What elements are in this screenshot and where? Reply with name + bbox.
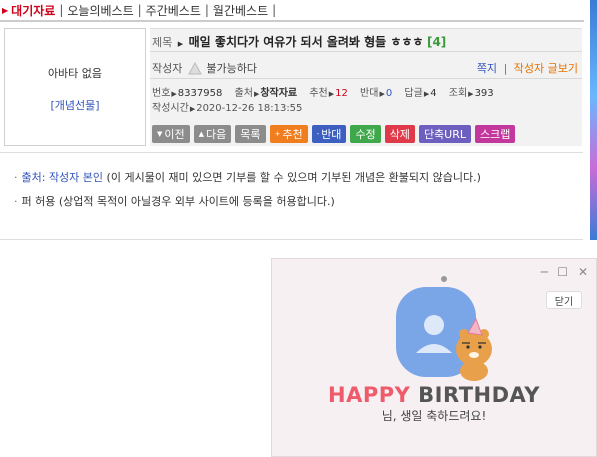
- birthday-title: HAPPY BIRTHDAY: [272, 383, 596, 407]
- divider: [150, 51, 582, 52]
- author-name[interactable]: 불가능하다: [206, 60, 257, 76]
- action-buttons: ▼ 이전 ▲ 다음 목록 + 추천 - 반대 수정 삭제 단축URL 스크랩: [152, 125, 516, 143]
- triangle-icon: ▶: [253, 90, 260, 98]
- post-number: 8337958: [177, 88, 223, 99]
- nav-arrow-icon: ▶: [2, 5, 9, 15]
- triangle-icon: ▶: [177, 40, 184, 48]
- oppose-label: 반대: [360, 88, 379, 99]
- recommend-button[interactable]: + 추천: [269, 125, 308, 143]
- maximize-icon[interactable]: ☐: [557, 265, 568, 279]
- birthday-popup: ─ ☐ ✕ 닫기 HAPPY BIRTHDAY 님, 생일 축하드려요!: [271, 258, 597, 457]
- post-content: · 출처: 작성자 본인 (이 게시물이 재미 있으면 기부를 할 수 있으며 기…: [0, 152, 583, 240]
- happy-text: HAPPY: [328, 383, 411, 407]
- view-label: 조회: [448, 88, 468, 99]
- scrap-notice-text: 퍼 허용 (상업적 목적이 아닐경우 외부 사이트에 등록을 허용합니다.): [21, 195, 335, 208]
- triangle-icon: ▶: [423, 90, 430, 98]
- birthday-message: 님, 생일 축하드려요!: [381, 409, 487, 423]
- level-icon: [188, 61, 203, 74]
- scrap-notice: · 퍼 허용 (상업적 목적이 아닐경우 외부 사이트에 등록을 허용합니다.): [14, 193, 335, 209]
- number-label: 번호: [152, 88, 171, 99]
- recommend-label: 추천: [309, 88, 328, 99]
- triangle-icon: ▶: [171, 90, 177, 98]
- time-label: 작성시간: [152, 103, 189, 114]
- close-icon[interactable]: ✕: [578, 265, 588, 279]
- scrap-button[interactable]: 스크랩: [475, 125, 516, 143]
- prev-button[interactable]: ▼ 이전: [152, 125, 190, 143]
- source-notice-text: (이 게시물이 재미 있으면 기부를 할 수 있으며 기부된 개념은 환불되지 …: [106, 171, 481, 184]
- birthday-illustration: [396, 276, 492, 381]
- oppose-count: 0: [385, 88, 393, 99]
- avatar-box: 아바타 없음 [개념선물]: [4, 28, 146, 146]
- post-time: 2020-12-26 18:13:55: [196, 103, 303, 114]
- plus-icon: +: [274, 130, 281, 138]
- nav-item-weekly-best[interactable]: 주간베스트: [146, 2, 201, 19]
- nav-item-today-best[interactable]: 오늘의베스트: [67, 2, 133, 19]
- best-nav: ▶ 대기자료 | 오늘의베스트 | 주간베스트 | 월간베스트 |: [0, 0, 588, 20]
- stats-row: 번호▶8337958 출처▶창작자료 추천▶12 반대▶0 답글▶4 조회▶39…: [152, 84, 494, 99]
- post-source: 창작자료: [260, 88, 298, 99]
- edit-button[interactable]: 수정: [350, 125, 381, 143]
- gift-link[interactable]: [개념선물]: [5, 97, 145, 113]
- minus-icon: -: [316, 130, 320, 138]
- list-button[interactable]: 목록: [235, 125, 266, 143]
- source-notice-label: 출처: 작성자 본인: [21, 171, 104, 184]
- source-label: 출처: [234, 88, 253, 99]
- short-url-button[interactable]: 단축URL: [418, 125, 472, 143]
- title-row: 제목 ▶ 매일 좋치다가 여유가 되서 올려봐 형들 ㅎㅎㅎ [4]: [152, 33, 446, 50]
- popup-close-button[interactable]: 닫기: [546, 291, 582, 309]
- link-separator: |: [503, 62, 508, 75]
- author-row: 작성자 불가능하다: [152, 60, 257, 76]
- bullet-icon: ·: [14, 195, 18, 208]
- reply-label: 답글: [404, 88, 423, 99]
- nav-separator: |: [137, 3, 142, 17]
- bullet-icon: ·: [14, 171, 18, 184]
- divider: [150, 78, 582, 79]
- triangle-icon: ▶: [468, 90, 474, 98]
- nav-separator: |: [204, 3, 209, 17]
- nav-separator: |: [272, 3, 277, 17]
- memo-link[interactable]: 쪽지: [477, 62, 497, 75]
- view-count: 393: [474, 88, 494, 99]
- delete-button[interactable]: 삭제: [384, 125, 415, 143]
- nav-item-waiting[interactable]: 대기자료: [11, 2, 55, 19]
- title-label: 제목: [152, 36, 173, 49]
- caret-down-icon: ▼: [157, 130, 163, 138]
- reply-count: 4: [430, 88, 437, 99]
- side-banner-edge: [590, 0, 597, 240]
- avatar-empty-text: 아바타 없음: [47, 67, 103, 80]
- author-links: 쪽지 | 작성자 글보기: [477, 60, 578, 76]
- recommend-count: 12: [335, 88, 348, 99]
- comment-count[interactable]: [4]: [427, 35, 446, 49]
- triangle-icon: ▶: [328, 90, 335, 98]
- minimize-icon[interactable]: ─: [541, 265, 548, 279]
- author-label: 작성자: [152, 62, 183, 75]
- caret-up-icon: ▲: [198, 130, 205, 138]
- time-row: 작성시간▶2020-12-26 18:13:55: [152, 99, 302, 114]
- birthday-text: BIRTHDAY: [418, 383, 540, 407]
- source-notice: · 출처: 작성자 본인 (이 게시물이 재미 있으면 기부를 할 수 있으며 기…: [14, 169, 481, 185]
- oppose-button[interactable]: - 반대: [311, 125, 347, 143]
- nav-separator: |: [59, 3, 64, 17]
- nav-divider: [0, 20, 584, 22]
- author-posts-link[interactable]: 작성자 글보기: [514, 62, 578, 75]
- triangle-icon: ▶: [189, 105, 196, 113]
- nav-item-monthly-best[interactable]: 월간베스트: [213, 2, 268, 19]
- post-info: 제목 ▶ 매일 좋치다가 여유가 되서 올려봐 형들 ㅎㅎㅎ [4] 작성자 불…: [150, 28, 582, 146]
- triangle-icon: ▶: [379, 90, 385, 98]
- next-button[interactable]: ▲ 다음: [193, 125, 232, 143]
- post-title: 매일 좋치다가 여유가 되서 올려봐 형들 ㅎㅎㅎ: [188, 35, 424, 49]
